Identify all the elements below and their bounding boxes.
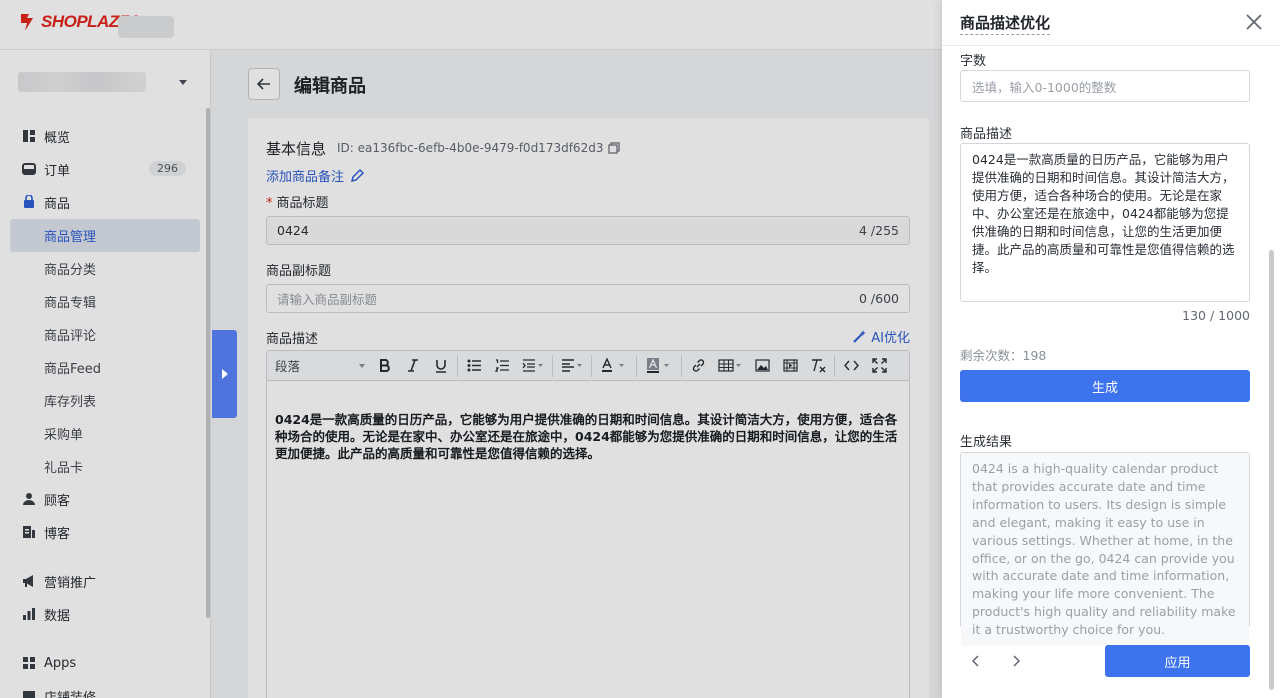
next-result-button[interactable] xyxy=(1008,653,1024,669)
modal-backdrop[interactable] xyxy=(0,0,942,698)
generated-result-box[interactable]: 0424 is a high-quality calendar product … xyxy=(960,452,1250,647)
generated-result-text: 0424 is a high-quality calendar product … xyxy=(961,453,1249,647)
chevron-right-icon xyxy=(221,369,228,379)
drawer-description-label: 商品描述 xyxy=(960,127,1013,142)
word-count-label: 字数 xyxy=(960,54,987,69)
previous-result-button[interactable] xyxy=(968,653,984,669)
drawer-header: 商品描述优化 xyxy=(942,0,1280,46)
drawer-title: 商品描述优化 xyxy=(960,12,1051,35)
drawer-description-textarea[interactable]: 0424是一款高质量的日历产品，它能够为用户提供准确的日期和时间信息。其设计简洁… xyxy=(960,143,1250,302)
description-optimize-drawer: 商品描述优化 字数 选填，输入0-1000的整数 商品描述 0424是一款高质量… xyxy=(942,0,1280,698)
apply-button[interactable]: 应用 xyxy=(1105,645,1250,677)
word-count-input[interactable]: 选填，输入0-1000的整数 xyxy=(960,70,1250,102)
drawer-description-value: 0424是一款高质量的日历产品，它能够为用户提供准确的日期和时间信息。其设计简洁… xyxy=(972,152,1235,275)
result-label: 生成结果 xyxy=(960,435,1013,450)
description-char-count: 130 / 1000 xyxy=(1182,308,1250,323)
remaining-count: 剩余次数：198 xyxy=(960,348,1047,363)
word-count-placeholder: 选填，输入0-1000的整数 xyxy=(972,79,1117,95)
chevron-left-icon xyxy=(972,655,979,667)
generate-button[interactable]: 生成 xyxy=(960,370,1250,402)
drawer-toggle-handle[interactable] xyxy=(212,330,237,418)
drawer-scrollbar[interactable] xyxy=(1269,250,1274,690)
close-icon[interactable] xyxy=(1244,12,1264,32)
chevron-right-icon xyxy=(1013,655,1020,667)
